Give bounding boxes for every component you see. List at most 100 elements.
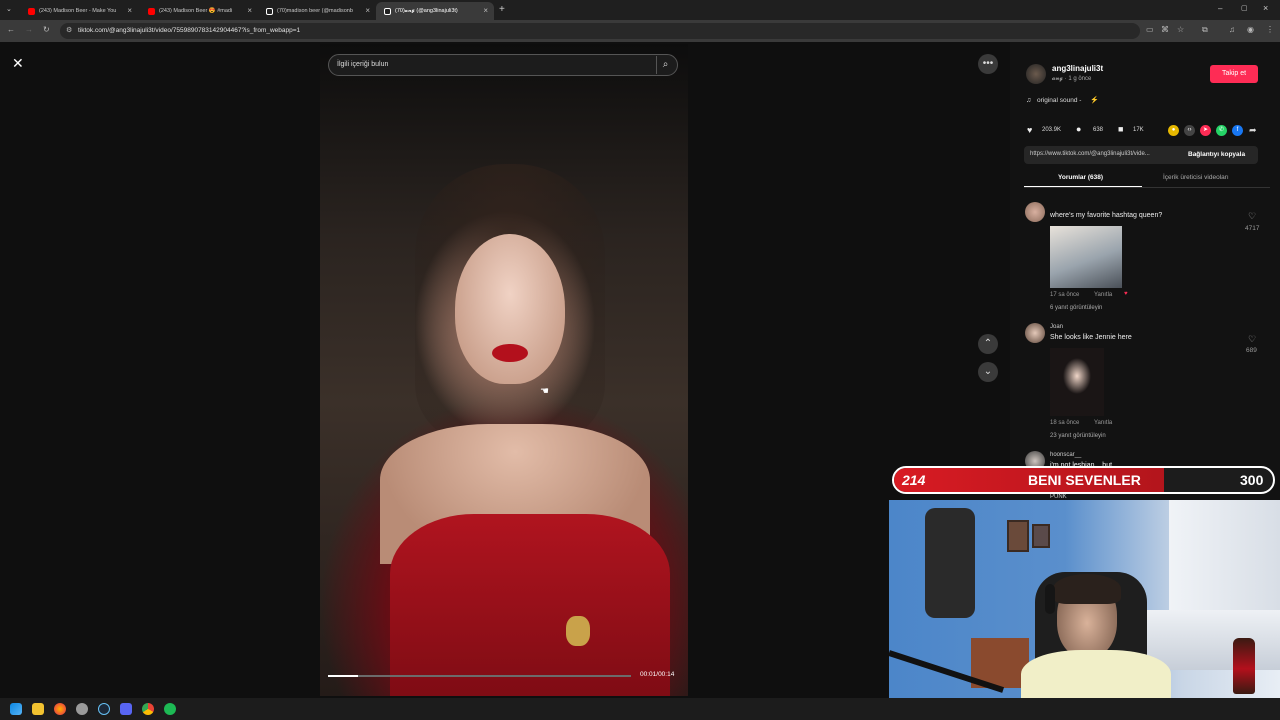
video-frame-dress (390, 514, 670, 696)
comment-username[interactable]: Joan (1050, 324, 1063, 330)
reply-link[interactable]: Yanıtla (1094, 292, 1112, 298)
tab-title: (243) Madison Beer - Make You (39, 8, 117, 14)
youtube-icon (148, 7, 155, 15)
save-count: 17K (1133, 127, 1144, 133)
media-icon[interactable]: ♫ (1229, 25, 1235, 34)
related-search-input[interactable]: İlgili içeriği bulun (328, 54, 678, 76)
browser-menu-icon[interactable]: ⋮ (1266, 25, 1274, 34)
follower-goal-bar: 214 BENI SEVENLER 300 (892, 466, 1275, 494)
reload-icon[interactable]: ↻ (43, 25, 50, 34)
follower-goal-label: BENI SEVENLER (1028, 472, 1141, 488)
minimize-icon[interactable]: – (1218, 4, 1222, 13)
music-note-icon: ♫ (1026, 97, 1032, 104)
url-text: tiktok.com/@ang3linajuli3t/video/7559890… (78, 27, 301, 34)
whatsapp-icon[interactable]: ✆ (1216, 125, 1227, 136)
new-tab-icon[interactable]: + (499, 4, 505, 15)
comment-like-count: 4717 (1245, 225, 1260, 232)
close-window-icon[interactable]: × (1263, 3, 1268, 13)
comment-icon[interactable]: ● (1076, 124, 1081, 134)
more-options-icon[interactable]: ••• (978, 54, 998, 74)
comment-time: 17 sa önce (1050, 292, 1080, 298)
commenter-avatar[interactable] (1025, 202, 1045, 222)
follower-goal-target: 300 (1240, 472, 1264, 488)
close-tab-icon[interactable]: × (127, 6, 132, 15)
comment-text: She looks like Jennie here (1050, 334, 1132, 341)
follower-count: 214 (902, 472, 926, 488)
extensions-icon[interactable]: ⧉ (1202, 25, 1208, 35)
comment-text: where's my favorite hashtag queen? (1050, 212, 1163, 219)
comment-time: 18 sa önce (1050, 420, 1080, 426)
site-info-icon[interactable]: ⚙ (66, 23, 72, 39)
close-tab-icon[interactable]: × (247, 6, 252, 15)
browser-tab[interactable]: (243) Madison Beer 😍 #madi × (140, 2, 258, 20)
webcam-wall-frame (1007, 520, 1029, 552)
taskbar (0, 698, 1280, 720)
previous-video-icon[interactable]: ⌃ (978, 334, 998, 354)
forward-icon[interactable]: → (25, 25, 33, 34)
video-frame-pendant (566, 616, 590, 646)
facebook-icon[interactable]: f (1232, 125, 1243, 136)
creator-username[interactable]: ang3linajuli3t (1052, 64, 1103, 73)
comment-sticker-image[interactable] (1050, 226, 1122, 288)
creator-avatar[interactable] (1026, 64, 1046, 84)
bookmark-icon[interactable]: ■ (1118, 124, 1123, 134)
search-icon[interactable]: ⌕ (656, 56, 674, 74)
webcam-person-hair (1053, 574, 1121, 604)
comment-like-icon[interactable]: ♡ (1248, 334, 1256, 345)
video-player[interactable] (320, 44, 688, 696)
like-icon[interactable]: ♥ (1027, 125, 1032, 135)
tab-comments[interactable]: Yorumlar (638) (1058, 174, 1103, 181)
close-icon[interactable]: ✕ (12, 55, 24, 72)
webcam-wall-frame (1032, 524, 1050, 548)
follow-label: Takip et (1221, 70, 1247, 77)
back-icon[interactable]: ← (7, 25, 15, 34)
firefox-icon[interactable] (54, 703, 66, 715)
embed-icon[interactable]: ‹› (1184, 125, 1195, 136)
tab-title: (70)madison beer (@madisonb (277, 8, 353, 14)
share-icon[interactable]: ➦ (1249, 125, 1257, 136)
send-icon[interactable]: ➤ (1200, 125, 1211, 136)
file-explorer-icon[interactable] (32, 703, 44, 715)
comment-like-icon[interactable]: ♡ (1248, 211, 1256, 222)
bookmark-star-icon[interactable]: ☆ (1177, 25, 1184, 34)
close-tab-icon[interactable]: × (365, 6, 370, 15)
tab-title: (243) Madison Beer 😍 #madi (159, 8, 233, 14)
like-count: 203.9K (1042, 127, 1062, 133)
view-replies-link[interactable]: 6 yanıt görüntüleyin (1050, 305, 1102, 311)
video-progress-bar[interactable] (328, 675, 631, 677)
discord-icon[interactable] (120, 703, 132, 715)
browser-tab[interactable]: (243) Madison Beer - Make You × (20, 2, 138, 20)
next-video-icon[interactable]: ⌄ (978, 362, 998, 382)
browser-tab-active[interactable]: (70)𝓪𝓷𝓰 (@ang3linajuli3t) × (376, 2, 494, 20)
reply-link[interactable]: Yanıtla (1094, 420, 1112, 426)
comment-like-count: 689 (1246, 347, 1257, 354)
tiktok-icon (384, 7, 391, 15)
windows-start-icon[interactable] (10, 703, 22, 715)
coin-icon[interactable]: ● (1168, 125, 1179, 136)
profile-icon[interactable]: ◉ (1247, 25, 1254, 34)
webcam-bottle (1233, 638, 1255, 694)
maximize-icon[interactable]: ▢ (1241, 4, 1248, 12)
copy-link-button[interactable]: Bağlantıyı kopyala (1188, 151, 1245, 158)
tab-creator-videos[interactable]: İçerik üreticisi videoları (1163, 174, 1229, 181)
comment-photo-image[interactable] (1050, 348, 1104, 416)
commenter-avatar[interactable] (1025, 323, 1045, 343)
settings-app-icon[interactable] (76, 703, 88, 715)
spotify-icon[interactable] (164, 703, 176, 715)
browser-tab-strip: ⌄ (243) Madison Beer - Make You × (243) … (0, 0, 1280, 20)
video-progress-fill (328, 675, 359, 677)
comment-username[interactable]: hoonscar__ (1050, 452, 1081, 458)
view-replies-link[interactable]: 23 yanıt görüntüleyin (1050, 433, 1106, 439)
cast-icon[interactable]: ▭ (1146, 25, 1154, 34)
comment-count: 638 (1093, 127, 1104, 133)
sound-name[interactable]: original sound - (1037, 97, 1081, 104)
follow-button[interactable]: Takip et (1210, 65, 1258, 83)
close-tab-icon[interactable]: × (483, 6, 488, 15)
youtube-icon (28, 7, 35, 15)
address-bar[interactable]: ⚙ tiktok.com/@ang3linajuli3t/video/75598… (60, 23, 1140, 39)
steam-icon[interactable] (98, 703, 110, 715)
browser-tab[interactable]: (70)madison beer (@madisonb × (258, 2, 376, 20)
translate-icon[interactable]: ⌘ (1161, 25, 1169, 34)
chrome-icon[interactable] (142, 703, 154, 715)
tab-menu-icon[interactable]: ⌄ (6, 5, 12, 13)
